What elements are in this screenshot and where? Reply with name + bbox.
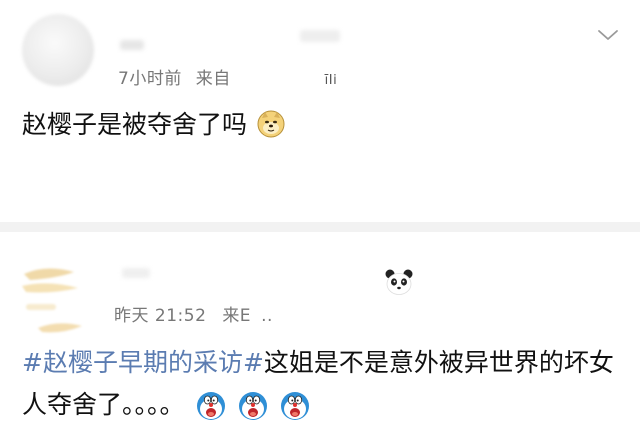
doraemon-shocked-icon [238, 391, 268, 421]
post-content: 赵樱子是被夺舍了吗 [22, 107, 285, 143]
post-meta: 7小时前 来自 īIi [118, 64, 345, 89]
post-source-tail: .. [261, 306, 273, 326]
post-content: #赵樱子早期的采访#这姐是不是意外被异世界的坏女人夺舍了。。。。 [22, 342, 632, 426]
weibo-post-1: 7小时前 来自 īIi 赵樱子是被夺舍了吗 [0, 0, 640, 222]
post-time: 昨天 21:52 [114, 306, 207, 326]
post-text: 赵樱子是被夺舍了吗 [22, 110, 248, 139]
username-blurred[interactable] [120, 40, 144, 50]
source-blurred [300, 30, 340, 42]
username-blurred[interactable] [122, 268, 150, 278]
doraemon-shocked-icon [196, 391, 226, 421]
panda-icon [385, 269, 413, 295]
avatar[interactable] [22, 14, 94, 86]
avatar[interactable] [18, 244, 102, 334]
post-meta: 昨天 21:52 来E.. [114, 301, 283, 326]
post-source-label: 来E [222, 306, 252, 326]
post-separator [0, 222, 640, 232]
post-source-label: 来自 [195, 69, 231, 89]
post-source-tail: īIi [324, 73, 338, 88]
post-time: 7小时前 [118, 69, 182, 89]
chevron-down-icon[interactable] [596, 27, 620, 43]
doge-icon [257, 110, 285, 138]
topic-link[interactable]: #赵樱子早期的采访# [22, 348, 264, 377]
doraemon-shocked-icon [280, 391, 310, 421]
weibo-post-2: 昨天 21:52 来E.. #赵樱子早期的采访#这姐是不是意外被异世界的坏女人夺… [0, 232, 640, 431]
